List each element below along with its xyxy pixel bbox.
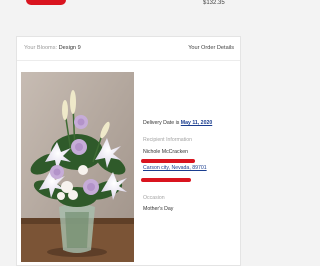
redaction-mark — [26, 0, 66, 5]
redaction-mark — [141, 178, 191, 182]
order-details-link[interactable]: Your Order Details — [188, 45, 234, 51]
card-header: Your Blooms: Design 9 Your Order Details — [17, 37, 240, 61]
recipient-section-label: Recipient Information — [143, 137, 193, 143]
design-name: Design 9 — [58, 45, 81, 51]
delivery-date[interactable]: May 11, 2020 — [181, 120, 212, 126]
recipient-address[interactable]: Carson city, Nevada, 89701 — [143, 165, 207, 171]
occasion-value: Mother's Day — [143, 206, 174, 212]
occasion-section-label: Occasion — [143, 195, 165, 201]
delivery-label: Delivery Date is — [143, 120, 180, 126]
blooms-label: Your Blooms: — [24, 45, 58, 51]
delivery-date-row: Delivery Date is May 11, 2020 — [143, 120, 212, 126]
bouquet-photo — [21, 72, 134, 262]
blooms-heading: Your Blooms: Design 9 — [24, 45, 81, 51]
order-total: $132.35 — [203, 0, 225, 6]
top-strip: $132.35 — [0, 0, 258, 22]
order-card: Your Blooms: Design 9 Your Order Details — [16, 36, 241, 266]
recipient-name: Nichole McCracken — [143, 149, 188, 155]
redaction-mark — [141, 159, 195, 163]
